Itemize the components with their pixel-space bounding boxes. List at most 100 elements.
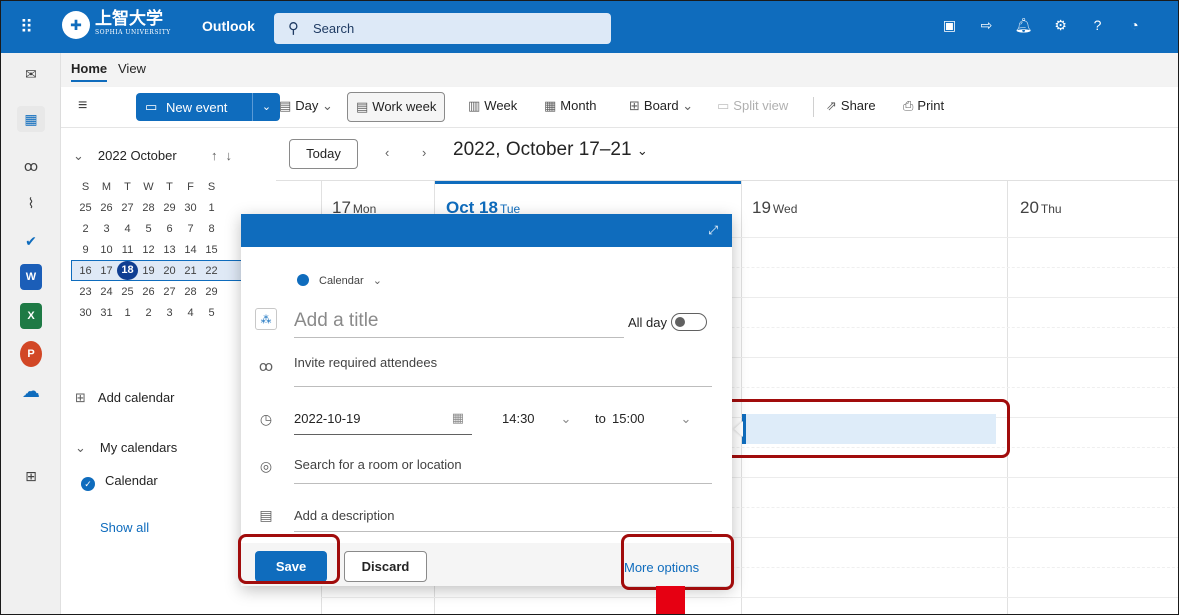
app-launcher-icon[interactable]: ⠿ xyxy=(20,17,42,39)
mini-calendar-header[interactable]: ⌄ 2022 October xyxy=(73,148,177,164)
day-cell[interactable]: 25 xyxy=(117,286,138,298)
day-cell[interactable]: 19 xyxy=(138,265,159,277)
day-header-wed[interactable]: 19 Wed xyxy=(752,198,797,218)
attachment-icon[interactable]: ⌇ xyxy=(17,190,45,216)
day-cell[interactable]: 29 xyxy=(201,286,222,298)
bell-icon[interactable]: 🔔︎ xyxy=(1005,17,1042,34)
date-input[interactable]: 2022-10-19 ▦ xyxy=(294,410,472,435)
previous-arrow-icon[interactable]: ‹ xyxy=(385,145,389,160)
description-input[interactable]: Add a description xyxy=(294,508,712,532)
day-cell[interactable]: 20 xyxy=(159,265,180,277)
todo-icon[interactable]: ✔ xyxy=(17,228,45,254)
day-cell[interactable]: 10 xyxy=(96,244,117,256)
expand-icon[interactable]: ⤢ xyxy=(708,223,718,238)
app-name[interactable]: Outlook xyxy=(202,18,255,34)
today-button[interactable]: Today xyxy=(289,139,358,169)
tab-home[interactable]: Home xyxy=(71,61,108,82)
day-cell[interactable]: 5 xyxy=(201,307,222,319)
day-cell[interactable]: 26 xyxy=(96,202,117,214)
onedrive-icon[interactable]: ☁ xyxy=(17,378,45,404)
feedback-icon[interactable]: ◔ xyxy=(1116,17,1153,34)
calendar-list-item[interactable]: ✓ Calendar xyxy=(81,473,158,491)
arrow-down-icon[interactable]: ↓ xyxy=(226,148,241,163)
calendar-selector[interactable]: Calendar ⌄ xyxy=(297,274,382,287)
day-cell[interactable]: 3 xyxy=(96,223,117,235)
share-button[interactable]: ⇗ Share xyxy=(826,98,876,114)
day-cell[interactable]: 25 xyxy=(75,202,96,214)
day-cell[interactable]: 28 xyxy=(180,286,201,298)
day-cell[interactable]: 15 xyxy=(201,244,222,256)
day-cell[interactable]: 11 xyxy=(117,244,138,256)
day-cell[interactable]: 4 xyxy=(117,223,138,235)
end-time-select[interactable]: 15:00 ⌄ xyxy=(612,411,691,427)
attendees-input[interactable]: Invite required attendees xyxy=(294,355,712,387)
tab-view[interactable]: View xyxy=(118,61,146,76)
new-event-button[interactable]: ▭ New event ⌄ xyxy=(136,93,280,121)
day-view-button[interactable]: ▤ Day ⌄ xyxy=(279,98,337,114)
day-cell[interactable]: 23 xyxy=(75,286,96,298)
day-cell[interactable]: 30 xyxy=(180,202,201,214)
next-arrow-icon[interactable]: › xyxy=(422,145,426,160)
show-all-link[interactable]: Show all xyxy=(100,520,149,535)
day-cell[interactable]: 8 xyxy=(201,223,222,235)
search-box[interactable]: ⚲ Search xyxy=(274,13,611,44)
day-cell[interactable]: 1 xyxy=(201,202,222,214)
month-view-button[interactable]: ▦ Month xyxy=(544,98,596,114)
hamburger-icon[interactable]: ≡ xyxy=(78,97,87,115)
day-cell[interactable]: 2 xyxy=(138,307,159,319)
day-cell[interactable]: 1 xyxy=(117,307,138,319)
mail-icon[interactable]: ✉ xyxy=(17,61,45,87)
new-event-dropdown[interactable]: ⌄ xyxy=(252,93,280,121)
work-week-view-button[interactable]: ▤ Work week xyxy=(347,92,446,122)
calendar-picker-icon[interactable]: ▦ xyxy=(452,410,464,426)
event-title-input[interactable]: Add a title xyxy=(294,306,624,338)
excel-icon[interactable]: X xyxy=(20,303,42,329)
start-time-select[interactable]: 14:30 ⌄ xyxy=(502,411,571,427)
day-cell[interactable]: 17 xyxy=(96,265,117,277)
day-cell[interactable]: 28 xyxy=(138,202,159,214)
day-cell[interactable]: 27 xyxy=(117,202,138,214)
day-cell[interactable]: 21 xyxy=(180,265,201,277)
my-calendars-header[interactable]: ⌄ My calendars xyxy=(75,440,177,456)
day-cell[interactable]: 4 xyxy=(180,307,201,319)
day-cell[interactable]: 22 xyxy=(201,265,222,277)
day-cell[interactable]: 9 xyxy=(75,244,96,256)
my-day-icon[interactable]: ⇨ xyxy=(968,17,1005,34)
word-icon[interactable]: W xyxy=(20,264,42,290)
print-button[interactable]: ⎙ Print xyxy=(903,98,944,114)
people-icon[interactable]: ꝏ xyxy=(17,153,45,179)
location-input[interactable]: Search for a room or location xyxy=(294,457,712,484)
day-cell[interactable]: 14 xyxy=(180,244,201,256)
day-cell[interactable]: 7 xyxy=(180,223,201,235)
gear-icon[interactable]: ⚙ xyxy=(1042,17,1079,34)
today-cell[interactable]: 18 xyxy=(117,261,138,280)
help-icon[interactable]: ? xyxy=(1079,17,1116,34)
day-cell[interactable]: 3 xyxy=(159,307,180,319)
teams-icon[interactable]: ▣ xyxy=(931,17,968,34)
day-cell[interactable]: 5 xyxy=(138,223,159,235)
add-calendar-button[interactable]: ⊞ Add calendar xyxy=(75,390,175,406)
day-header-thu[interactable]: 20 Thu xyxy=(1020,198,1062,218)
powerpoint-icon[interactable]: P xyxy=(20,341,42,367)
date-range-picker[interactable]: 2022, October 17–21 ⌄ xyxy=(453,139,648,161)
calendar-icon[interactable]: ▦ xyxy=(17,106,45,132)
day-cell[interactable]: 6 xyxy=(159,223,180,235)
day-cell[interactable]: 31 xyxy=(96,307,117,319)
day-cell[interactable]: 16 xyxy=(75,265,96,277)
discard-button[interactable]: Discard xyxy=(344,551,427,582)
category-icon[interactable]: ⁂ xyxy=(255,308,277,330)
more-apps-icon[interactable]: ⊞ xyxy=(17,463,45,489)
week-view-button[interactable]: ▥ Week xyxy=(468,98,517,114)
arrow-up-icon[interactable]: ↑ xyxy=(211,148,226,163)
day-cell[interactable]: 2 xyxy=(75,223,96,235)
day-cell[interactable]: 30 xyxy=(75,307,96,319)
day-cell[interactable]: 12 xyxy=(138,244,159,256)
board-view-button[interactable]: ⊞ Board ⌄ xyxy=(629,98,697,114)
day-cell[interactable]: 26 xyxy=(138,286,159,298)
day-cell[interactable]: 29 xyxy=(159,202,180,214)
day-cell[interactable]: 24 xyxy=(96,286,117,298)
all-day-toggle[interactable]: All day xyxy=(628,313,708,331)
day-cell[interactable]: 13 xyxy=(159,244,180,256)
day-column-divider xyxy=(1007,181,1008,614)
day-cell[interactable]: 27 xyxy=(159,286,180,298)
